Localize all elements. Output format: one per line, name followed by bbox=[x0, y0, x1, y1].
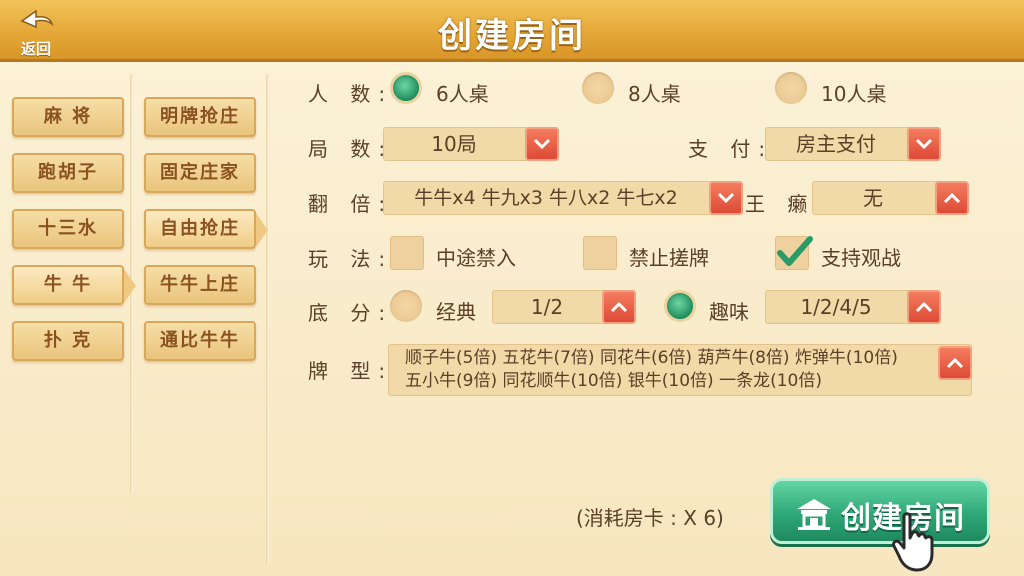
rules-label: 玩 法: bbox=[308, 247, 394, 271]
players-8-label: 8人桌 bbox=[628, 82, 681, 106]
chevron-down-icon bbox=[533, 138, 551, 150]
wild-dropdown-button[interactable] bbox=[935, 181, 969, 215]
chevron-up-icon bbox=[943, 192, 961, 204]
chevron-up-icon bbox=[915, 301, 933, 313]
card-types-select[interactable]: 顺子牛(5倍) 五花牛(7倍) 同花牛(6倍) 葫芦牛(8倍) 炸弹牛(10倍)… bbox=[388, 344, 972, 396]
mode-tab-fixed-banker[interactable]: 固定庄家 bbox=[144, 153, 256, 193]
game-tab-mahjong[interactable]: 麻 将 bbox=[12, 97, 124, 137]
game-tab-poker[interactable]: 扑 克 bbox=[12, 321, 124, 361]
rounds-label: 局 数: bbox=[308, 137, 394, 161]
fun-label: 趣味 bbox=[709, 300, 749, 324]
mode-tab-open-grab[interactable]: 明牌抢庄 bbox=[144, 97, 256, 137]
room-card-cost: (消耗房卡 : X 6) bbox=[576, 506, 724, 530]
players-6-radio[interactable] bbox=[390, 72, 422, 104]
midway-ban-label: 中途禁入 bbox=[436, 246, 516, 270]
chevron-down-icon bbox=[717, 192, 735, 204]
pointing-hand-icon bbox=[892, 512, 934, 572]
card-types-line1: 顺子牛(5倍) 五花牛(7倍) 同花牛(6倍) 葫芦牛(8倍) 炸弹牛(10倍) bbox=[405, 348, 898, 368]
players-6-label: 6人桌 bbox=[436, 82, 489, 106]
players-10-label: 10人桌 bbox=[821, 82, 887, 106]
base-score-label: 底 分: bbox=[308, 301, 394, 325]
chevron-up-icon bbox=[946, 357, 964, 369]
card-types-label: 牌 型: bbox=[308, 359, 394, 383]
game-tab-shisanshui[interactable]: 十三水 bbox=[12, 209, 124, 249]
chevron-down-icon bbox=[915, 138, 933, 150]
checkmark-icon bbox=[777, 236, 813, 266]
rounds-dropdown-button[interactable] bbox=[525, 127, 559, 161]
mode-tab-tongbi[interactable]: 通比牛牛 bbox=[144, 321, 256, 361]
game-tab-niuniu[interactable]: 牛 牛 bbox=[12, 265, 136, 305]
multiplier-label: 翻 倍: bbox=[308, 192, 394, 216]
fun-score-dropdown-button[interactable] bbox=[907, 290, 941, 324]
midway-ban-checkbox[interactable] bbox=[390, 236, 424, 270]
classic-label: 经典 bbox=[436, 300, 476, 324]
no-rub-checkbox[interactable] bbox=[583, 236, 617, 270]
players-10-radio[interactable] bbox=[775, 72, 807, 104]
mode-tab-niuniu-banker[interactable]: 牛牛上庄 bbox=[144, 265, 256, 305]
column-divider bbox=[266, 74, 269, 564]
house-icon bbox=[797, 499, 831, 530]
card-types-dropdown-button[interactable] bbox=[938, 346, 972, 380]
players-8-radio[interactable] bbox=[582, 72, 614, 104]
classic-radio[interactable] bbox=[390, 290, 422, 322]
classic-score-dropdown-button[interactable] bbox=[602, 290, 636, 324]
payment-label: 支 付: bbox=[688, 137, 774, 161]
mode-tab-free-grab[interactable]: 自由抢庄 bbox=[144, 209, 268, 249]
players-label: 人 数: bbox=[308, 82, 394, 106]
game-tab-paohuzi[interactable]: 跑胡子 bbox=[12, 153, 124, 193]
header-bar: 返回 创建房间 bbox=[0, 0, 1024, 62]
spectate-label: 支持观战 bbox=[821, 246, 901, 270]
card-types-line2: 五小牛(9倍) 同花顺牛(10倍) 银牛(10倍) 一条龙(10倍) bbox=[405, 371, 822, 391]
create-room-button[interactable]: 创建房间 bbox=[770, 478, 990, 544]
multiplier-dropdown-button[interactable] bbox=[709, 181, 743, 215]
no-rub-label: 禁止搓牌 bbox=[629, 246, 709, 270]
payment-dropdown-button[interactable] bbox=[907, 127, 941, 161]
multiplier-select[interactable]: 牛牛x4 牛九x3 牛八x2 牛七x2 bbox=[383, 181, 743, 215]
spectate-checkbox[interactable] bbox=[775, 236, 813, 270]
page-title: 创建房间 bbox=[438, 16, 586, 56]
chevron-up-icon bbox=[610, 301, 628, 313]
fun-radio[interactable] bbox=[664, 290, 696, 322]
